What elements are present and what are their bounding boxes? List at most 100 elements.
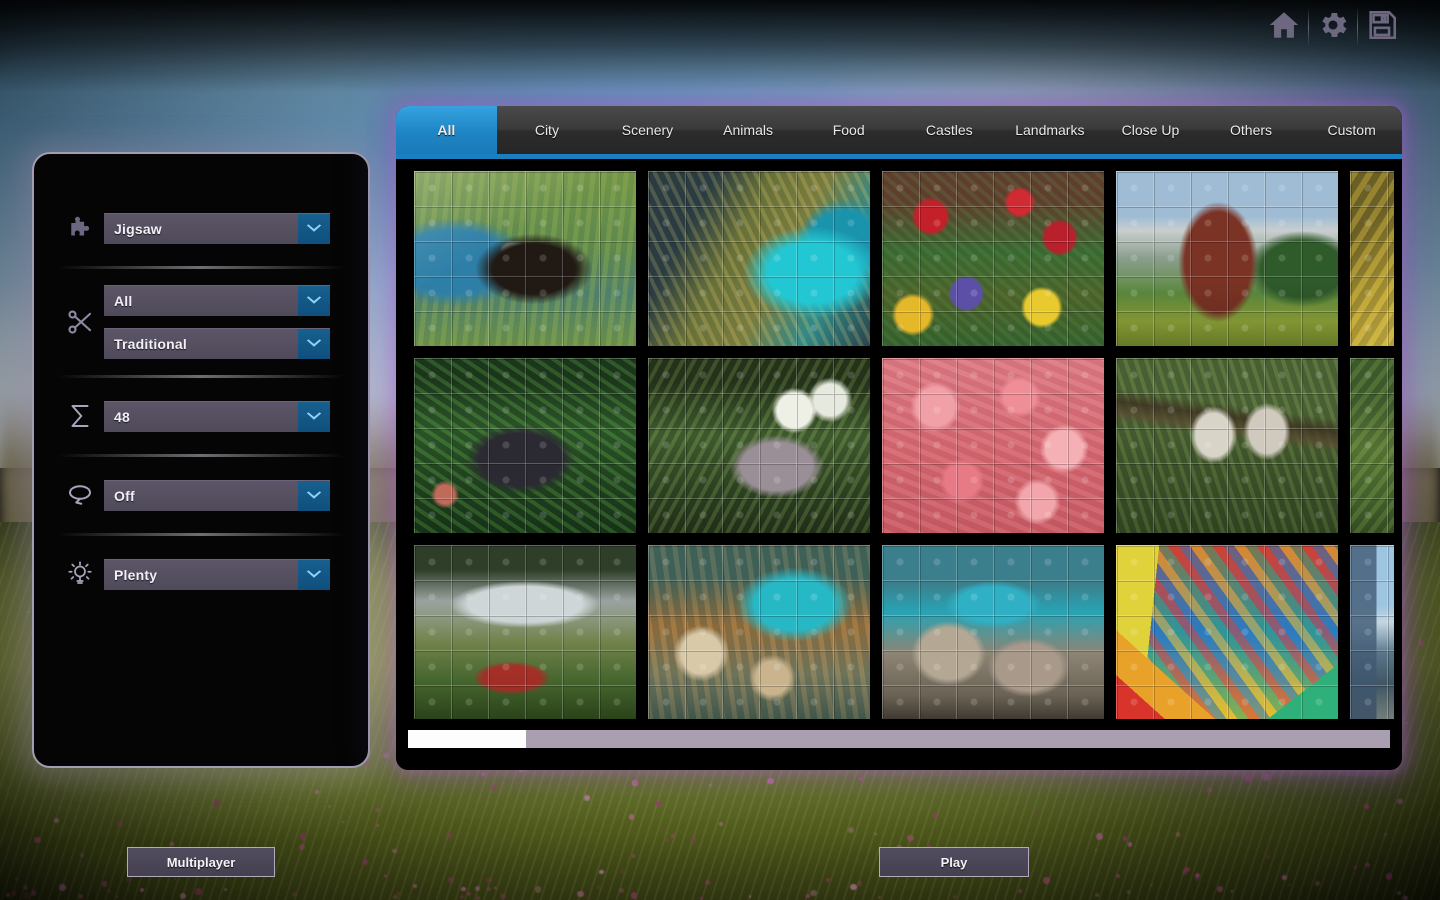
tab-custom[interactable]: Custom	[1301, 106, 1402, 154]
brightness-dropdown[interactable]: Plenty	[104, 559, 330, 590]
play-button-label: Play	[941, 855, 968, 870]
settings-divider-4	[58, 533, 344, 536]
rotation-dropdown[interactable]: Off	[104, 480, 330, 511]
scrollbar-thumb[interactable]	[408, 730, 526, 748]
thumbnail-image	[414, 545, 636, 719]
scrollbar-track[interactable]	[408, 730, 1390, 748]
thumb-possum-blossom[interactable]	[648, 358, 870, 533]
setting-row-puzzle-type: Jigsaw	[56, 206, 346, 250]
thumbnail-grid	[396, 159, 1402, 719]
home-icon	[1267, 8, 1301, 47]
thumbnail-image	[1116, 171, 1338, 346]
gallery-scrollbar[interactable]	[408, 730, 1390, 748]
tab-animals[interactable]: Animals	[698, 106, 799, 154]
thumbnail-image	[1350, 545, 1394, 719]
multiplayer-button-label: Multiplayer	[167, 855, 236, 870]
rotation-value: Off	[104, 481, 298, 511]
tab-label: All	[437, 122, 455, 138]
top-toolbar	[1260, 0, 1406, 54]
cut-style-dropdown[interactable]: All	[104, 285, 330, 316]
tab-label: Landmarks	[1015, 122, 1084, 138]
tab-scenery[interactable]: Scenery	[597, 106, 698, 154]
chevron-down-icon[interactable]	[298, 560, 330, 590]
brightness-value: Plenty	[104, 560, 298, 590]
multiplayer-button[interactable]: Multiplayer	[127, 847, 275, 877]
chevron-down-icon[interactable]	[298, 402, 330, 432]
tab-label: Castles	[926, 122, 973, 138]
thumbnail-image	[882, 545, 1104, 719]
tab-others[interactable]: Others	[1201, 106, 1302, 154]
cut-shape-value: Traditional	[104, 329, 298, 359]
tab-label: City	[535, 122, 559, 138]
puzzle-type-value: Jigsaw	[104, 214, 298, 244]
save-icon	[1365, 8, 1399, 47]
thumbnail-image	[648, 358, 870, 533]
thumbnail-image	[1350, 171, 1394, 346]
tab-label: Custom	[1328, 122, 1376, 138]
home-button[interactable]	[1260, 4, 1308, 50]
setting-row-piece-count: 48	[56, 394, 346, 438]
tab-food[interactable]: Food	[798, 106, 899, 154]
sigma-icon	[56, 401, 104, 431]
tab-label: Animals	[723, 122, 773, 138]
wallpaper-top-shade	[0, 0, 1440, 92]
tab-landmarks[interactable]: Landmarks	[1000, 106, 1101, 154]
tab-castles[interactable]: Castles	[899, 106, 1000, 154]
thumbnail-row	[396, 358, 1402, 533]
settings-panel: Jigsaw All Traditional	[32, 152, 370, 768]
settings-divider-2	[58, 375, 344, 378]
thumbnail-image	[882, 171, 1104, 346]
tab-all[interactable]: All	[396, 106, 497, 154]
thumb-turquoise-gorge[interactable]	[648, 171, 870, 346]
play-button[interactable]: Play	[879, 847, 1029, 877]
tab-label: Food	[833, 122, 865, 138]
rotation-icon	[56, 480, 104, 510]
cut-shape-dropdown[interactable]: Traditional	[104, 328, 330, 359]
thumb-coastal-boulders[interactable]	[882, 545, 1104, 719]
thumbnail-image	[414, 171, 636, 346]
piece-count-dropdown[interactable]: 48	[104, 401, 330, 432]
thumbnail-image	[648, 545, 870, 719]
thumbnail-row	[396, 545, 1402, 719]
cut-style-value: All	[104, 286, 298, 316]
thumb-pink-chrysanthemums[interactable]	[882, 358, 1104, 533]
thumbnail-image	[1350, 358, 1394, 533]
chevron-down-icon[interactable]	[298, 214, 330, 244]
save-button[interactable]	[1358, 4, 1406, 50]
settings-divider-1	[58, 266, 344, 269]
thumb-city-skyline[interactable]	[1350, 545, 1394, 719]
puzzle-type-dropdown[interactable]: Jigsaw	[104, 213, 330, 244]
scissors-icon	[56, 307, 104, 337]
settings-divider-3	[58, 454, 344, 457]
thumb-coral-reef[interactable]	[648, 545, 870, 719]
thumb-bird-foliage[interactable]	[414, 358, 636, 533]
thumb-flower-bed[interactable]	[882, 171, 1104, 346]
category-tab-bar: All City Scenery Animals Food Castles Landmark…	[396, 106, 1402, 154]
chevron-down-icon[interactable]	[298, 481, 330, 511]
chevron-down-icon[interactable]	[298, 286, 330, 316]
thumb-brick-church[interactable]	[1116, 171, 1338, 346]
thumb-autumn-path[interactable]	[1350, 171, 1394, 346]
thumb-painted-mural[interactable]	[1116, 545, 1338, 719]
puzzle-piece-icon	[56, 213, 104, 243]
brightness-icon	[56, 559, 104, 589]
setting-row-cut-style: All Traditional	[56, 285, 346, 359]
setting-row-rotation: Off	[56, 473, 346, 517]
tab-label: Scenery	[622, 122, 673, 138]
thumb-duck-pond[interactable]	[414, 171, 636, 346]
setting-row-brightness: Plenty	[56, 552, 346, 596]
thumbnail-image	[648, 171, 870, 346]
thumb-kookaburras-branch[interactable]	[1116, 358, 1338, 533]
tab-close-up[interactable]: Close Up	[1100, 106, 1201, 154]
thumb-garden-pavilion[interactable]	[414, 545, 636, 719]
tab-label: Close Up	[1122, 122, 1180, 138]
thumb-green-hillside[interactable]	[1350, 358, 1394, 533]
tab-city[interactable]: City	[497, 106, 598, 154]
thumbnail-image	[882, 358, 1104, 533]
tab-label: Others	[1230, 122, 1272, 138]
thumbnail-image	[1116, 358, 1338, 533]
thumbnail-image	[414, 358, 636, 533]
piece-count-value: 48	[104, 402, 298, 432]
chevron-down-icon[interactable]	[298, 329, 330, 359]
settings-button[interactable]	[1309, 4, 1357, 50]
